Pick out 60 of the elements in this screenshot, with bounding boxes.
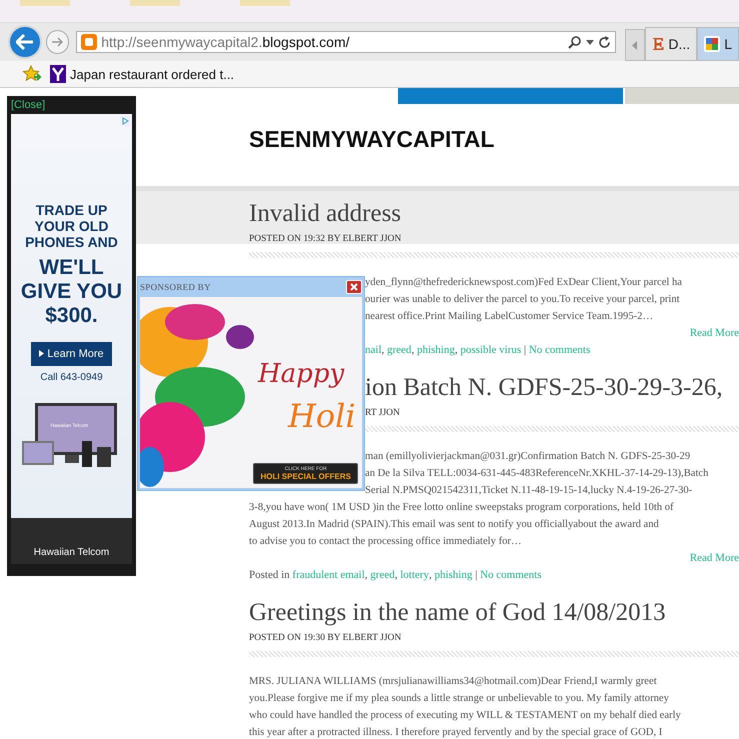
post-text-line: MRS. JULIANA WILLIAMS (mrsjulianawilliams34@hotmail.com)Dear Friend,I warmly greet	[249, 675, 658, 689]
post-text-line: August 2013.In Madrid (SPAIN).This email was sent to notify you officiallyabout the award and	[249, 518, 660, 532]
favorite-link[interactable]: Japan restaurant ordered t...	[50, 65, 234, 83]
arrow-right-icon	[51, 37, 64, 47]
post-title[interactable]: Greetings in the name of God 14/08/2013	[249, 590, 739, 630]
post-text-line: 3-8,you have won( 1M USD )in the Free lotto online sweepstaks program corporations, held 10th of	[249, 501, 675, 515]
comma-separator: ,	[454, 343, 458, 358]
ad-offer: WE'LL GIVE YOU $300.	[20, 256, 124, 328]
post-meta: POSTED ON 19:32 BY ELBERT JJON	[249, 234, 402, 244]
caret-left-icon	[632, 40, 638, 50]
post-text-line: who could have handled the process of executing my WILL & TESTAMENT on my behalf died early	[249, 709, 682, 723]
post-text-line: you.Please forgive me if my plea sounds a little strange or unbelievable to you. My family attorney	[249, 692, 670, 706]
post-text-line: to advise you to contact the processing office immediately for…	[249, 535, 523, 549]
favorites-star-icon[interactable]	[22, 65, 42, 83]
post-text-line: an De la Silva TELL:0034-631-445-483ReferenceNr.XKHL-37-14-29-13),Batch	[365, 467, 710, 481]
post-text-line: ourier was unable to deliver the parcel to you.To receive your parcel, print	[365, 293, 681, 307]
sponsored-label: SPONSORED BY	[140, 282, 211, 292]
learn-more-button[interactable]: Learn More	[31, 342, 112, 366]
close-button[interactable]	[346, 280, 362, 294]
arrow-left-icon	[16, 34, 34, 50]
comma-separator: ,	[394, 568, 398, 583]
site-logo-icon	[81, 34, 98, 50]
comma-separator: ,	[411, 343, 414, 358]
happy-text: Happy	[258, 359, 344, 389]
comma-separator: ,	[428, 568, 432, 583]
tab-scroll-button[interactable]	[625, 29, 646, 61]
post-meta: POSTED ON 19:30 BY ELBERT JJON	[249, 633, 402, 643]
posted-in-label: Posted in	[249, 568, 291, 583]
post-text-line: yden_flynn@thefredericknewspost.com)Fed ExDear Client,Your parcel ha	[365, 276, 683, 290]
comma-separator: ,	[364, 568, 368, 583]
pipe-character-text: |	[524, 343, 526, 358]
post-text-line: nearest office.Print Mailing LabelCustomer Service Team.1995-2…	[365, 310, 654, 324]
letter-y-icon	[50, 65, 66, 83]
search-icon[interactable]	[568, 35, 582, 49]
browser-tab[interactable]: D...	[645, 27, 698, 61]
post-text-line: man (emillyolivierjackman@031.gr)Confirmation Batch N. GDFS-25-30-29	[365, 450, 692, 464]
colored-squares-icon	[704, 36, 720, 52]
address-field[interactable]: http://seenmywaycapital2.blogspot.com/	[76, 31, 616, 53]
brand-logo-text: Hawaiian Telcom	[34, 547, 110, 558]
post-text-line: Serial N.PMSQ021542311,Ticket N.11-48-19-15-14,lucky N.4-19-26-27-30-	[365, 484, 694, 498]
comma-separator: ,	[382, 343, 384, 358]
ad-choices-icon[interactable]	[120, 116, 130, 126]
back-button[interactable]	[8, 25, 42, 59]
browser-tab[interactable]: L	[697, 27, 739, 61]
post-text-line: this year after a protracted illness. I therefore prayed fervently and by the special grace of GOD, I	[249, 726, 664, 739]
post-title[interactable]: Invalid address	[249, 191, 739, 231]
dropdown-caret-icon[interactable]	[586, 40, 594, 44]
letter-e-icon	[652, 37, 664, 51]
play-icon	[39, 350, 44, 357]
holi-text: Holi	[288, 397, 356, 435]
ad-phone: Call 643-0949	[40, 372, 103, 383]
post-title[interactable]: ion Batch N. GDFS-25-30-29-3-26,	[365, 365, 739, 405]
site-title[interactable]: SEENMYWAYCAPITAL	[249, 126, 739, 153]
close-icon	[350, 283, 358, 291]
pipe-character-text: |	[475, 568, 478, 583]
refresh-icon[interactable]	[598, 36, 612, 48]
forward-button[interactable]	[46, 30, 70, 54]
post-meta: RT JJON	[365, 408, 401, 418]
close-ad-link[interactable]: [Close]	[11, 99, 132, 111]
ad-headline: TRADE UP YOUR OLD PHONES AND	[24, 202, 119, 250]
